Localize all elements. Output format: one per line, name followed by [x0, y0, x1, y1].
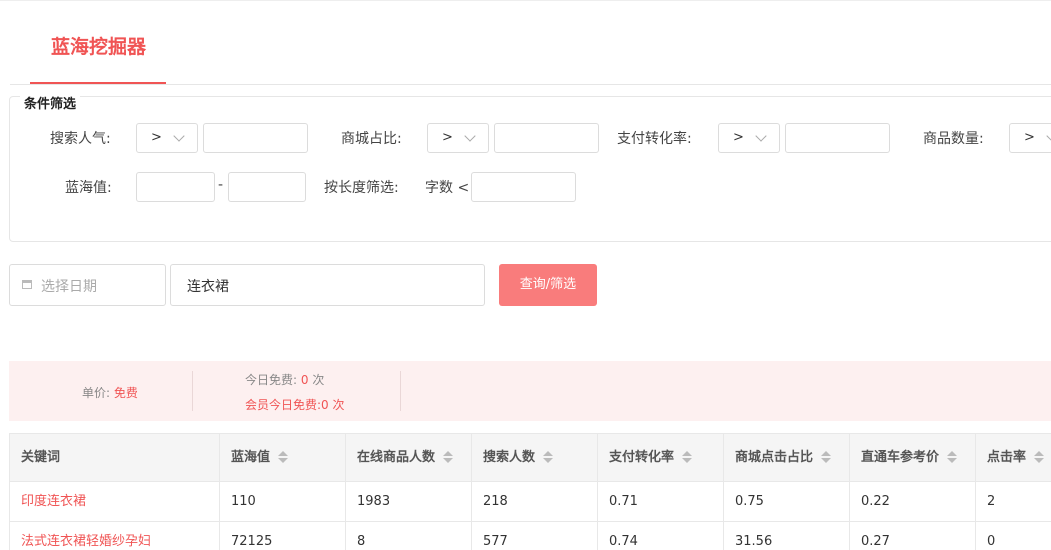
- column-header-ztc-reference-price[interactable]: 直通车参考价: [850, 434, 976, 481]
- mall-ratio-operator-select[interactable]: >: [427, 123, 489, 153]
- table-row: 印度连衣裙 110 1983 218 0.71 0.75 0.22 2: [10, 482, 1051, 522]
- table-cell: 0.75: [724, 482, 850, 521]
- sort-icon[interactable]: [543, 450, 554, 463]
- table-cell: 0.27: [850, 522, 976, 550]
- table-cell: 72125: [220, 522, 346, 550]
- operator-value: >: [442, 130, 453, 145]
- search-popularity-input[interactable]: [203, 123, 308, 153]
- column-header-keyword: 关键词: [10, 434, 220, 481]
- top-border: [0, 0, 1051, 1]
- mall-ratio-input[interactable]: [494, 123, 599, 153]
- unit-price-value: 免费: [113, 386, 138, 400]
- column-header-online-products[interactable]: 在线商品人数: [346, 434, 472, 481]
- table-cell: 110: [220, 482, 346, 521]
- table-cell: 31.56: [724, 522, 850, 550]
- pay-conversion-label: 支付转化率:: [617, 131, 692, 147]
- word-count-input[interactable]: [471, 172, 576, 202]
- product-count-label: 商品数量:: [923, 131, 984, 147]
- keyword-table: 关键词 蓝海值 在线商品人数 搜索人数 支付转化率 商城点击占比 直通车参考价 …: [9, 433, 1051, 550]
- blue-sea-value-label: 蓝海值:: [65, 180, 112, 196]
- blue-sea-min-input[interactable]: [136, 172, 215, 202]
- operator-value: >: [1024, 130, 1035, 145]
- sort-icon[interactable]: [821, 450, 832, 463]
- table-cell: 0: [976, 522, 1051, 550]
- chevron-down-icon: [755, 130, 767, 142]
- pricing-bar: 单价: 免费 今日免费: 0 次 会员今日免费:0 次: [9, 361, 1051, 421]
- table-cell: 218: [472, 482, 598, 521]
- blue-sea-max-input[interactable]: [228, 172, 306, 202]
- calendar-icon: [22, 280, 32, 289]
- today-free-count: 0: [300, 373, 309, 387]
- table-header-row: 关键词 蓝海值 在线商品人数 搜索人数 支付转化率 商城点击占比 直通车参考价 …: [10, 434, 1051, 482]
- table-cell: 0.71: [598, 482, 724, 521]
- tab-divider: [10, 84, 1051, 85]
- search-popularity-label: 搜索人气:: [50, 131, 111, 147]
- product-count-operator-select[interactable]: >: [1009, 123, 1051, 153]
- table-cell: 8: [346, 522, 472, 550]
- word-count-label: 字数 <: [425, 180, 470, 196]
- pay-conversion-operator-select[interactable]: >: [718, 123, 780, 153]
- table-cell: 577: [472, 522, 598, 550]
- keyword-link[interactable]: 印度连衣裙: [10, 482, 220, 521]
- operator-value: >: [733, 130, 744, 145]
- filter-legend: 条件筛选: [20, 93, 81, 112]
- chevron-down-icon: [173, 130, 185, 142]
- query-filter-button[interactable]: 查询/筛选: [499, 264, 597, 306]
- chevron-down-icon: [464, 130, 476, 142]
- sort-icon[interactable]: [443, 450, 454, 463]
- unit-price: 单价: 免费: [82, 384, 138, 401]
- table-cell: 0.22: [850, 482, 976, 521]
- search-popularity-operator-select[interactable]: >: [136, 123, 198, 153]
- tab-blue-sea-miner[interactable]: 蓝海挖掘器: [51, 32, 146, 59]
- table-cell: 2: [976, 482, 1051, 521]
- column-header-blue-sea-value[interactable]: 蓝海值: [220, 434, 346, 481]
- divider: [400, 371, 401, 411]
- today-free-suffix: 次: [308, 373, 325, 387]
- range-dash: -: [218, 177, 224, 193]
- pay-conversion-input[interactable]: [785, 123, 890, 153]
- sort-icon[interactable]: [682, 450, 693, 463]
- filter-panel: [9, 96, 1051, 242]
- member-today-free: 会员今日免费:0 次: [245, 398, 345, 412]
- table-cell: 1983: [346, 482, 472, 521]
- table-row: 法式连衣裙轻婚纱孕妇 72125 8 577 0.74 31.56 0.27 0: [10, 522, 1051, 550]
- mall-ratio-label: 商城占比:: [341, 131, 402, 147]
- table-cell: 0.74: [598, 522, 724, 550]
- unit-price-label: 单价:: [82, 386, 114, 400]
- sort-icon[interactable]: [1034, 450, 1045, 463]
- sort-icon[interactable]: [947, 450, 958, 463]
- chevron-down-icon: [1046, 130, 1051, 142]
- column-header-searchers[interactable]: 搜索人数: [472, 434, 598, 481]
- sort-icon[interactable]: [278, 450, 289, 463]
- column-header-click-rate[interactable]: 点击率: [976, 434, 1051, 481]
- keyword-value: 连衣裙: [187, 279, 229, 295]
- column-header-pay-conversion[interactable]: 支付转化率: [598, 434, 724, 481]
- column-header-mall-click-ratio[interactable]: 商城点击占比: [724, 434, 850, 481]
- operator-value: >: [151, 130, 162, 145]
- date-placeholder: 选择日期: [41, 279, 97, 295]
- date-picker[interactable]: 选择日期: [9, 264, 166, 306]
- today-free-prefix: 今日免费:: [245, 373, 301, 387]
- keyword-input[interactable]: 连衣裙: [170, 264, 485, 306]
- keyword-link[interactable]: 法式连衣裙轻婚纱孕妇: [10, 522, 220, 550]
- divider: [192, 371, 193, 411]
- today-free: 今日免费: 0 次: [245, 371, 324, 388]
- length-filter-label: 按长度筛选:: [324, 180, 399, 196]
